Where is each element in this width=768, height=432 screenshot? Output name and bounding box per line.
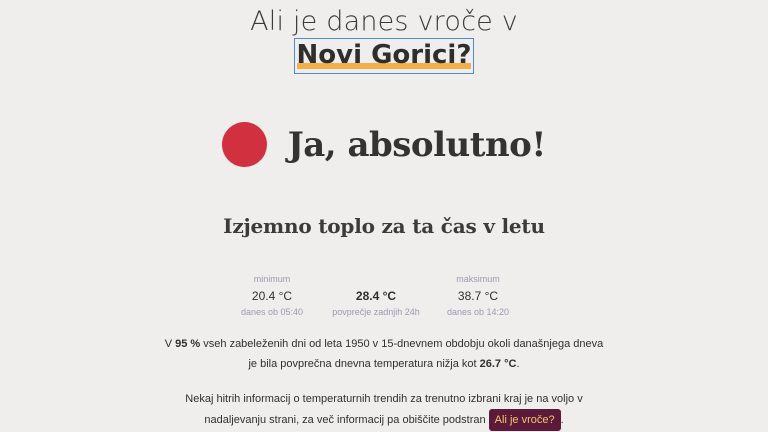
stat-maximum-label: maksimum bbox=[456, 274, 500, 284]
ali-je-vroce-link[interactable]: Ali je vroče? bbox=[488, 409, 561, 431]
stat-minimum-value: 20.4 °C bbox=[251, 289, 293, 303]
stat-maximum: maksimum 38.7 °C danes ob 14:20 bbox=[418, 273, 538, 318]
history-text-middle: vseh zabeleženih dni od leta 1950 v 15-d… bbox=[200, 338, 604, 370]
history-paragraph: V 95 % vseh zabeleženih dni od leta 1950… bbox=[160, 334, 608, 374]
info-text-end: . bbox=[560, 414, 564, 426]
question-line: Ali je danes vroče v bbox=[250, 6, 518, 37]
location-name: Novi Gorici? bbox=[296, 40, 472, 70]
history-percentage: 95 % bbox=[175, 338, 201, 350]
location-selector[interactable]: Novi Gorici? bbox=[293, 38, 475, 74]
stat-maximum-value: 38.7 °C bbox=[457, 289, 499, 303]
info-paragraph: Nekaj hitrih informacij o temperaturnih … bbox=[160, 389, 608, 431]
history-text-start: V bbox=[164, 338, 176, 350]
stat-minimum-label: minimum bbox=[253, 274, 291, 284]
history-threshold-temp: 26.7 °C bbox=[479, 358, 517, 370]
question-location-row: Novi Gorici? bbox=[0, 38, 768, 74]
answer-row: Ja, absolutno! bbox=[0, 122, 768, 167]
hot-indicator-dot bbox=[222, 122, 268, 167]
stat-maximum-time: danes ob 14:20 bbox=[446, 307, 510, 317]
history-text-end: . bbox=[516, 358, 520, 370]
stat-minimum: minimum 20.4 °C danes ob 05:40 bbox=[212, 273, 332, 318]
answer-text: Ja, absolutno! bbox=[287, 124, 547, 165]
page: Ali je danes vroče v Novi Gorici? Ja, ab… bbox=[0, 0, 768, 432]
subtitle: Izjemno toplo za ta čas v letu bbox=[223, 214, 545, 238]
stat-minimum-time: danes ob 05:40 bbox=[240, 307, 304, 317]
